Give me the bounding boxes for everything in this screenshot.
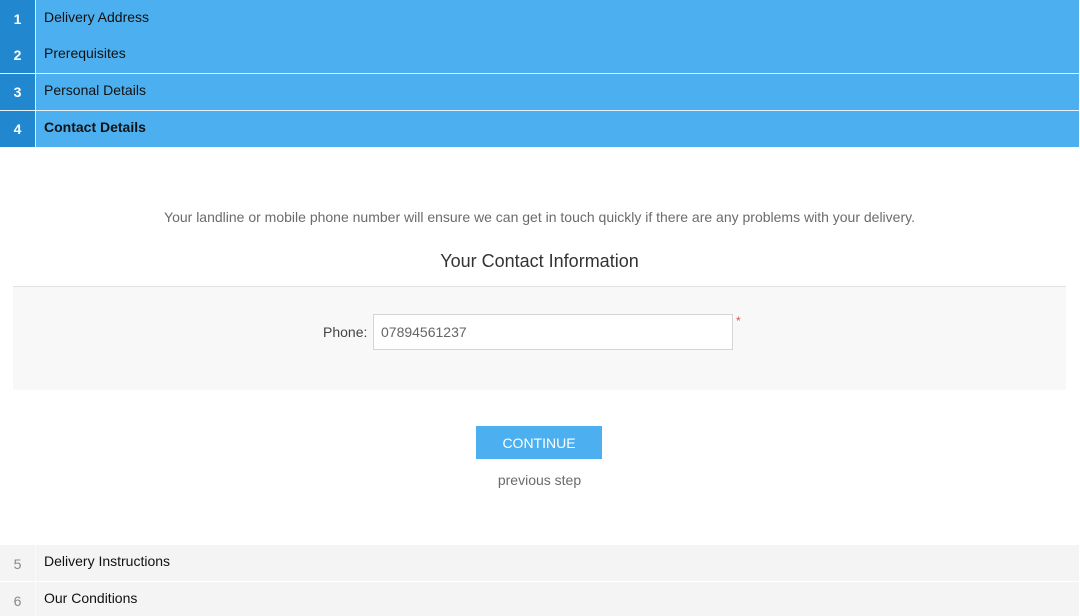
phone-label: Phone: [323, 324, 368, 340]
step-our-conditions: 6 Our Conditions [0, 581, 1079, 616]
previous-step-link-text[interactable]: previous step [498, 472, 581, 488]
step-prerequisites[interactable]: 2 Prerequisites [0, 37, 1079, 73]
contact-details-form: Your landline or mobile phone number wil… [0, 147, 1079, 545]
step-label: Our Conditions [44, 590, 138, 606]
phone-input[interactable] [373, 314, 733, 350]
step-number: 4 [0, 111, 36, 147]
step-personal-details[interactable]: 3 Personal Details [0, 73, 1079, 110]
step-label: Delivery Instructions [44, 553, 171, 569]
section-title: Your Contact Information [440, 251, 639, 271]
step-delivery-instructions: 5 Delivery Instructions [0, 545, 1079, 581]
step-label: Contact Details [44, 119, 146, 135]
previous-step-link: previous step [0, 472, 1079, 488]
required-asterisk-icon: * [736, 314, 741, 328]
step-number: 1 [0, 0, 36, 37]
step-label: Prerequisites [44, 45, 126, 61]
phone-panel: Phone: * [13, 286, 1066, 390]
step-delivery-address[interactable]: 1 Delivery Address [0, 0, 1079, 37]
step-number: 3 [0, 74, 36, 110]
step-number: 5 [0, 545, 36, 581]
intro-text: Your landline or mobile phone number wil… [164, 209, 915, 225]
step-label: Delivery Address [44, 9, 150, 25]
step-number: 6 [0, 582, 36, 616]
step-number: 2 [0, 37, 36, 73]
step-contact-details: 4 Contact Details [0, 110, 1079, 147]
continue-button[interactable]: CONTINUE [476, 426, 602, 459]
completed-steps: 1 Delivery Address 2 Prerequisites 3 Per… [0, 0, 1079, 147]
pending-steps: 5 Delivery Instructions 6 Our Conditions [0, 545, 1079, 616]
step-label: Personal Details [44, 82, 146, 98]
